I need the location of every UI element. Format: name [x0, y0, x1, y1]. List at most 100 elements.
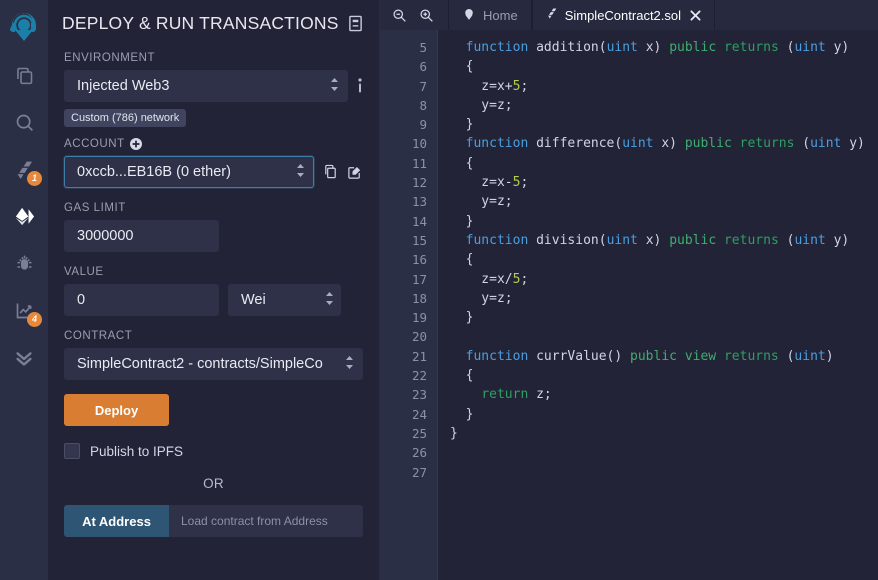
line-number: 25 [411, 425, 427, 441]
badge-count: 4 [27, 312, 42, 327]
line-number-gutter: 5 6 7 8 9 10 11 12 13 14 15 16 17 18 19 20 21 22 23 24 25 26 2… [380, 30, 438, 580]
line-number: 24 [411, 406, 427, 422]
at-address-button[interactable]: At Address [64, 505, 169, 537]
environment-label: ENVIRONMENT [64, 52, 156, 64]
code-line: } [465, 406, 474, 422]
value-label: VALUE [64, 266, 104, 278]
code-editor[interactable]: 5 6 7 8 9 10 11 12 13 14 15 16 17 18 19 20 21 22 23 24 25 26 2… [380, 30, 878, 580]
gas-limit-value: 3000000 [77, 228, 134, 244]
panel-header: DEPLOY & RUN TRANSACTIONS [48, 0, 379, 34]
line-number: 27 [411, 464, 427, 480]
code-line: z=x/5; [465, 271, 529, 287]
line-number: 9 [419, 117, 427, 133]
code-line: function difference(uint x) public retur… [465, 136, 865, 152]
code-line: y=z; [465, 290, 513, 306]
info-icon[interactable] [357, 78, 363, 94]
code-line: z=x-5; [465, 175, 529, 191]
code-content[interactable]: function addition(uint x) public returns… [438, 30, 878, 580]
gas-limit-label: GAS LIMIT [64, 202, 126, 214]
contract-select[interactable]: SimpleContract2 - contracts/SimpleCo [64, 348, 363, 380]
plus-circle-icon[interactable] [129, 138, 142, 150]
tab-label: SimpleContract2.sol [564, 7, 682, 23]
tab-simplecontract2-sol[interactable]: SimpleContract2.sol [531, 0, 716, 30]
environment-select[interactable]: Injected Web3 [64, 70, 348, 102]
code-line: function addition(uint x) public returns… [465, 40, 850, 55]
contract-value: SimpleContract2 - contracts/SimpleCo [77, 356, 323, 372]
panel-body: ENVIRONMENT Injected Web3 Custom (786) n… [48, 52, 379, 537]
sidebar-item-deploy-and-run[interactable] [0, 193, 48, 240]
sidebar-item-solidity-compiler[interactable]: 1 [0, 146, 48, 193]
copy-icon[interactable] [323, 164, 338, 180]
sidebar-item-file-explorers[interactable] [0, 52, 48, 99]
publish-ipfs-row[interactable]: Publish to IPFS [64, 443, 363, 459]
line-number: 12 [411, 175, 427, 191]
line-number: 22 [411, 368, 427, 384]
editor-area: Home SimpleContract2.sol 5 6 7 8 9 10 11 12 13 14… [380, 0, 878, 580]
code-line: } [465, 213, 474, 229]
line-number: 6 [419, 59, 427, 75]
gas-limit-input[interactable]: 3000000 [64, 220, 219, 252]
code-line: } [450, 425, 458, 441]
close-icon[interactable] [690, 9, 701, 21]
sidebar-item-debugger[interactable] [0, 240, 48, 287]
line-number: 23 [411, 387, 427, 403]
value-input[interactable]: 0 [64, 284, 219, 316]
sidebar-item-solidity-analysis[interactable]: 4 [0, 287, 48, 334]
zoom-in-icon[interactable] [419, 8, 434, 23]
at-address-input[interactable] [169, 505, 363, 537]
line-number: 19 [411, 310, 427, 326]
line-number: 5 [419, 40, 427, 55]
code-line: { [465, 252, 474, 268]
double-chevron-down-icon [13, 347, 35, 369]
code-line: return z; [481, 387, 552, 403]
icon-rail: 1 4 [0, 0, 48, 580]
sidebar-item-plugin-manager[interactable] [0, 334, 48, 381]
search-icon [14, 112, 35, 133]
sign-message-icon[interactable] [347, 164, 363, 180]
badge-count: 1 [27, 171, 42, 186]
account-value: 0xccb...EB16B (0 ether) [77, 164, 231, 180]
files-icon [14, 65, 35, 86]
code-line: y=z; [465, 194, 513, 210]
book-icon[interactable] [348, 15, 363, 32]
line-number: 20 [411, 329, 427, 345]
account-select[interactable]: 0xccb...EB16B (0 ether) [64, 156, 314, 188]
bug-icon [14, 253, 35, 274]
chevron-updown-icon [325, 291, 334, 310]
network-badge: Custom (786) network [64, 109, 187, 127]
chevron-updown-icon [330, 77, 339, 96]
remix-logo[interactable] [0, 4, 48, 52]
code-line: function currValue() public view returns… [465, 348, 834, 364]
chevron-updown-icon [296, 163, 305, 182]
code-line: } [465, 310, 474, 326]
line-number: 10 [411, 136, 427, 152]
contract-label: CONTRACT [64, 330, 133, 342]
code-line: z=x+5; [465, 78, 529, 94]
value-unit: Wei [241, 292, 266, 308]
sidebar-item-search[interactable] [0, 99, 48, 146]
publish-ipfs-checkbox[interactable] [64, 443, 80, 459]
line-number: 13 [411, 194, 427, 210]
tab-home[interactable]: Home [448, 0, 532, 30]
code-line: function division(uint x) public returns… [465, 232, 850, 248]
deploy-and-run-panel: DEPLOY & RUN TRANSACTIONS ENVIRONMENT In… [48, 0, 380, 580]
code-line: } [465, 117, 474, 133]
tab-label: Home [483, 7, 518, 23]
value-unit-select[interactable]: Wei [228, 284, 341, 316]
remix-ide-window: 1 4 DEPLOY & RUN TRANSACTIONS ENVIRONMEN… [0, 0, 878, 580]
line-number: 11 [411, 155, 427, 171]
page-title: DEPLOY & RUN TRANSACTIONS [62, 13, 339, 33]
line-number: 7 [419, 78, 427, 94]
editor-zoom-controls [380, 0, 448, 30]
at-address-row: At Address [64, 505, 363, 537]
zoom-out-icon[interactable] [392, 8, 407, 23]
remix-home-icon [462, 7, 476, 24]
environment-value: Injected Web3 [77, 78, 170, 94]
ethereum-icon [13, 205, 36, 228]
code-line: y=z; [465, 97, 513, 113]
or-separator: OR [203, 476, 224, 491]
deploy-button[interactable]: Deploy [64, 394, 169, 426]
